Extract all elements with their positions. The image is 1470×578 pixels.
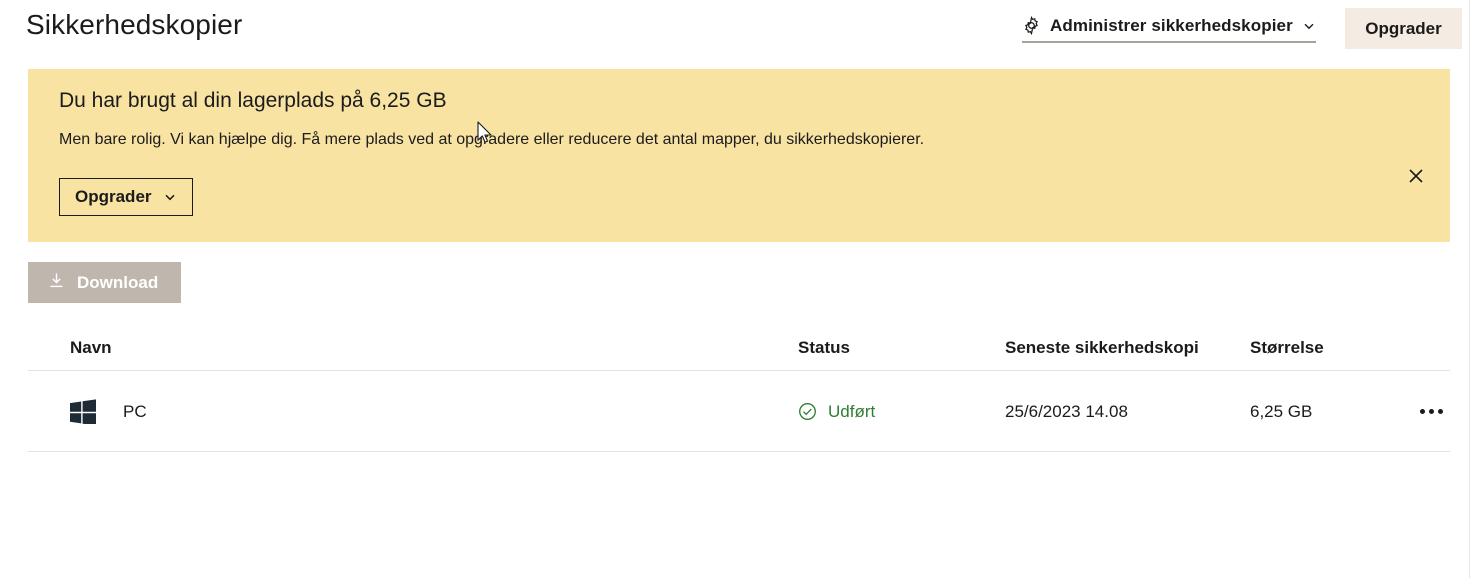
check-circle-icon: [798, 402, 817, 421]
cell-last-backup: 25/6/2023 14.08: [1005, 401, 1128, 421]
table-header-row: Navn Status Seneste sikkerhedskopi Størr…: [28, 325, 1450, 371]
gear-icon: [1022, 15, 1041, 36]
table-row[interactable]: PC Udført 25/6/2023 14.08 6,25 GB: [28, 371, 1450, 452]
upgrade-button-banner-label: Opgrader: [75, 187, 152, 206]
backups-table: Navn Status Seneste sikkerhedskopi Størr…: [28, 325, 1450, 452]
chevron-down-icon: [163, 190, 177, 204]
upgrade-button-header[interactable]: Opgrader: [1345, 8, 1462, 49]
row-name-label: PC: [123, 401, 147, 421]
chevron-down-icon: [1302, 19, 1316, 33]
banner-close-button[interactable]: [1396, 158, 1436, 196]
banner-message: Men bare rolig. Vi kan hjælpe dig. Få me…: [59, 131, 925, 148]
page-title: Sikkerhedskopier: [26, 9, 243, 40]
upgrade-button-banner[interactable]: Opgrader: [59, 178, 193, 216]
download-icon: [47, 271, 66, 295]
backups-page: Sikkerhedskopier Administrer sikkerhedsk…: [0, 0, 1470, 578]
page-header: Sikkerhedskopier Administrer sikkerhedsk…: [0, 0, 1470, 57]
row-more-options-button[interactable]: [1408, 371, 1454, 452]
column-header-size: Størrelse: [1250, 338, 1324, 357]
cell-status: Udført: [798, 371, 875, 452]
download-button-label: Download: [77, 272, 159, 292]
ellipsis-icon: [1419, 409, 1443, 414]
download-button[interactable]: Download: [28, 262, 181, 303]
banner-title: Du har brugt al din lagerplads på 6,25 G…: [59, 89, 447, 112]
status-label: Udført: [828, 401, 876, 421]
storage-full-banner: Du har brugt al din lagerplads på 6,25 G…: [28, 69, 1450, 242]
close-icon: [1406, 166, 1426, 189]
column-header-name: Navn: [70, 338, 112, 357]
column-header-status: Status: [798, 338, 850, 357]
cell-name: PC: [70, 371, 147, 452]
manage-backups-label: Administrer sikkerhedskopier: [1050, 15, 1293, 35]
cell-size: 6,25 GB: [1250, 401, 1313, 421]
column-header-last-backup: Seneste sikkerhedskopi: [1005, 338, 1199, 357]
windows-icon: [70, 399, 96, 426]
manage-backups-dropdown[interactable]: Administrer sikkerhedskopier: [1022, 12, 1316, 43]
